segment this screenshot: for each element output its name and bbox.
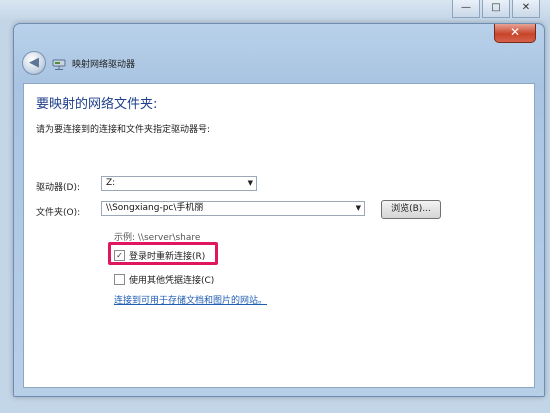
background-close-button[interactable]: ✕ [512, 0, 540, 18]
dialog-nav-row: ◀ 映射网络驱动器 [22, 51, 135, 75]
network-drive-icon [52, 56, 66, 70]
connect-website-link[interactable]: 连接到可用于存储文档和图片的网站。 [114, 293, 267, 306]
background-minimize-button[interactable]: — [452, 0, 480, 18]
map-network-drive-dialog: ✕ ◀ 映射网络驱动器 要映射的网络文件夹: 请为要连接到的连接和文件夹指定驱动… [13, 23, 545, 397]
other-credentials-checkbox[interactable] [114, 274, 125, 285]
dialog-title: 映射网络驱动器 [72, 59, 136, 70]
page-heading: 要映射的网络文件夹: [36, 97, 158, 112]
browse-button[interactable]: 浏览(B)... [381, 200, 441, 219]
highlight-box [108, 242, 218, 265]
drive-label: 驱动器(D): [36, 183, 80, 193]
background-window-controls: — □ ✕ [452, 0, 540, 18]
chevron-down-icon: ▼ [247, 179, 253, 187]
other-credentials-label: 使用其他凭据连接(C) [129, 276, 215, 286]
dialog-content: 要映射的网络文件夹: 请为要连接到的连接和文件夹指定驱动器号: 驱动器(D): … [23, 83, 535, 388]
folder-combobox[interactable]: \\Songxiang-pc\手机丽 ▼ [101, 201, 365, 216]
screen: — □ ✕ ✕ ◀ 映射网络驱动器 要映射的网络文件夹: 请为要连接到的连接和文… [0, 0, 550, 413]
drive-select[interactable]: Z: ▼ [101, 176, 257, 191]
background-window-titlebar: — □ ✕ [0, 0, 550, 22]
chevron-down-icon: ▼ [355, 204, 361, 212]
folder-label: 文件夹(O): [36, 208, 81, 218]
drive-select-value: Z: [106, 178, 116, 188]
back-arrow-icon[interactable]: ◀ [22, 51, 46, 75]
folder-combobox-value: \\Songxiang-pc\手机丽 [106, 203, 204, 213]
other-credentials-option[interactable]: 使用其他凭据连接(C) [114, 273, 214, 286]
dialog-close-button[interactable]: ✕ [494, 24, 536, 43]
instruction-text: 请为要连接到的连接和文件夹指定驱动器号: [36, 125, 211, 135]
background-maximize-button[interactable]: □ [482, 0, 510, 18]
